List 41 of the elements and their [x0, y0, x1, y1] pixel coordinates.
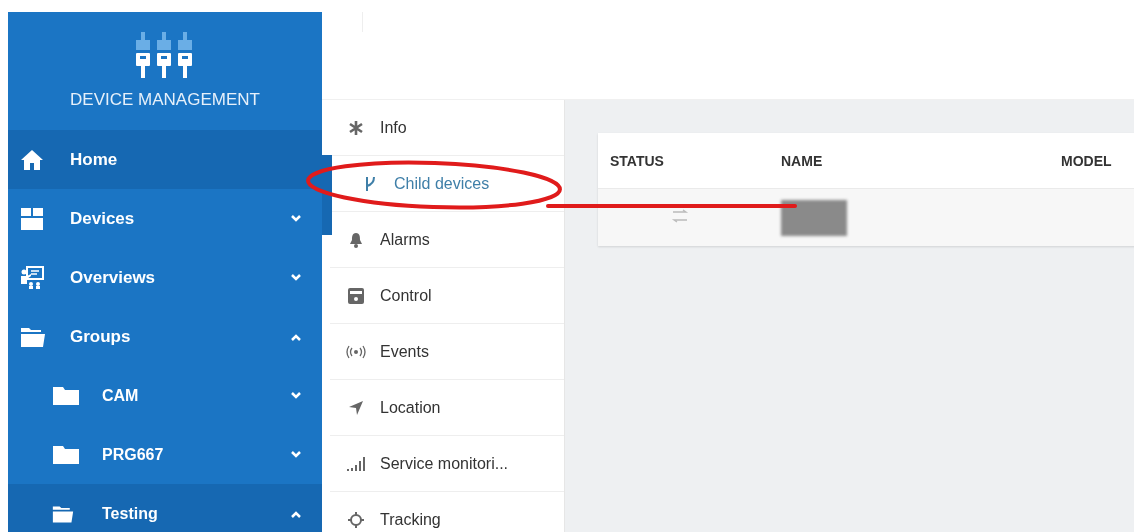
broadcast-icon — [346, 344, 366, 359]
fork-icon — [364, 175, 376, 192]
column-header: MODEL — [1061, 152, 1112, 169]
app-title: DEVICE MANAGEMENT — [70, 90, 260, 110]
submenu-item[interactable]: Info — [330, 100, 564, 156]
sidebar-item[interactable]: CAM — [8, 366, 322, 425]
chevron-down-icon — [290, 273, 302, 282]
folder-icon — [52, 385, 80, 406]
submenu-item[interactable]: Service monitori... — [330, 436, 564, 492]
asterisk-icon — [348, 119, 364, 136]
signal-bars-icon — [346, 455, 366, 472]
submenu-item[interactable]: Location — [330, 380, 564, 436]
status-icon — [670, 208, 690, 223]
redacted-name — [781, 199, 847, 236]
bell-icon — [348, 231, 364, 248]
chevron-up-icon — [290, 509, 302, 518]
sidebar-item[interactable]: Groups — [8, 307, 322, 366]
control-panel-icon — [347, 286, 365, 305]
box-icon — [20, 206, 44, 231]
column-header: NAME — [781, 152, 824, 169]
submenu-item[interactable]: Alarms — [330, 212, 564, 268]
location-arrow-icon — [348, 399, 364, 416]
chevron-down-icon — [290, 391, 302, 400]
home-icon — [20, 148, 44, 171]
submenu-item[interactable]: Child devices — [330, 156, 564, 212]
sidebar-item[interactable]: Home — [8, 130, 322, 189]
sidebar-item[interactable]: Testing — [8, 484, 322, 532]
column-header: STATUS — [609, 152, 665, 169]
sidebar-item[interactable]: PRG667 — [8, 425, 322, 484]
chevron-up-icon — [290, 332, 302, 341]
sidebar-item[interactable]: Devices — [8, 189, 322, 248]
open-folder-icon — [20, 325, 46, 348]
presentation-icon — [20, 265, 44, 290]
submenu-item[interactable]: Control — [330, 268, 564, 324]
crosshair-icon — [347, 510, 365, 529]
submenu-item[interactable]: Tracking — [330, 492, 564, 532]
chevron-down-icon — [290, 450, 302, 459]
sidebar-item[interactable]: Overviews — [8, 248, 322, 307]
chevron-down-icon — [290, 214, 302, 223]
folder-icon — [52, 444, 80, 465]
submenu-item[interactable]: Events — [330, 324, 564, 380]
